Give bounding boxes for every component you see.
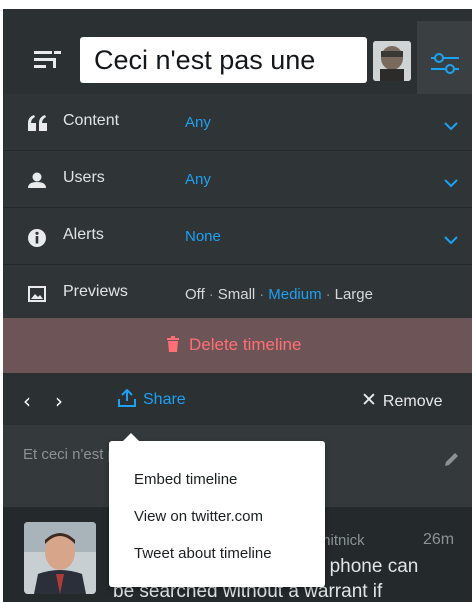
share-menu-caret (123, 433, 139, 441)
content-value[interactable]: Any (185, 114, 211, 131)
preview-separator: · (325, 286, 331, 303)
menu-item-tweet-about-timeline[interactable]: Tweet about timeline (134, 545, 272, 562)
delete-timeline-label: Delete timeline (189, 335, 302, 354)
content-label: Content (63, 112, 120, 129)
move-left-button[interactable]: ‹ (23, 389, 31, 413)
remove-label: Remove (382, 393, 443, 410)
info-icon (28, 229, 46, 247)
alerts-value[interactable]: None (185, 228, 221, 245)
alerts-filter-row[interactable]: Alerts None (3, 208, 472, 265)
move-right-button[interactable]: › (55, 389, 63, 413)
preview-separator: · (259, 286, 265, 303)
users-label: Users (63, 169, 105, 186)
tweet-avatar[interactable] (24, 522, 96, 594)
custom-timeline-icon (34, 49, 62, 76)
tweet-username[interactable]: mitnick (318, 532, 365, 549)
chevron-down-icon (444, 232, 458, 250)
pencil-icon[interactable] (443, 452, 459, 473)
preview-separator: · (208, 286, 214, 303)
share-label: Share (143, 391, 186, 408)
quote-icon (28, 115, 47, 133)
preview-option-small[interactable]: Small (218, 286, 256, 303)
menu-item-view-on-twitter[interactable]: View on twitter.com (134, 508, 263, 525)
preview-option-medium[interactable]: Medium (268, 286, 321, 303)
menu-item-embed-timeline[interactable]: Embed timeline (134, 471, 237, 488)
previews-label: Previews (63, 283, 128, 300)
column-options-button[interactable] (417, 21, 472, 94)
sliders-icon (431, 53, 459, 74)
share-icon (118, 388, 136, 407)
share-button[interactable]: Share (117, 388, 186, 409)
users-value[interactable]: Any (185, 171, 211, 188)
column-header (3, 9, 472, 94)
alerts-label: Alerts (63, 226, 104, 243)
preview-option-off[interactable]: Off (185, 286, 205, 303)
chevron-down-icon (444, 118, 458, 136)
delete-timeline-button[interactable]: Delete timeline (3, 318, 472, 373)
remove-column-button[interactable]: ✕ Remove (361, 389, 443, 411)
preview-option-large[interactable]: Large (335, 286, 373, 303)
delete-timeline-content: Delete timeline (167, 335, 301, 355)
user-icon (28, 172, 46, 190)
column-action-bar: ‹ › Share ✕ Remove (3, 373, 472, 425)
tweet-time[interactable]: 26m (423, 531, 454, 549)
image-icon (28, 286, 46, 304)
users-filter-row[interactable]: Users Any (3, 151, 472, 208)
previews-options: Off · Small · Medium · Large (185, 286, 373, 303)
timeline-title-input[interactable] (80, 37, 367, 83)
share-menu: Embed timeline View on twitter.com Tweet… (109, 433, 325, 587)
account-avatar[interactable] (373, 41, 411, 81)
chevron-down-icon (444, 175, 458, 193)
column: Content Any Users Any (3, 9, 472, 602)
trash-icon (167, 336, 179, 352)
column-settings: Content Any Users Any Alerts None Previe… (3, 94, 472, 322)
close-icon: ✕ (361, 389, 377, 411)
content-filter-row[interactable]: Content Any (3, 94, 472, 151)
previews-row: Previews Off · Small · Medium · Large (3, 265, 472, 322)
